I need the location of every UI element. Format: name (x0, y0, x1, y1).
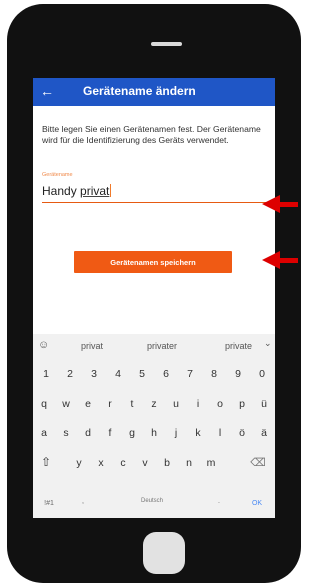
key-j[interactable]: j (166, 427, 186, 439)
backspace-icon[interactable]: ⌫ (248, 456, 268, 469)
key-9[interactable]: 9 (228, 368, 248, 380)
speaker-slot (151, 42, 182, 46)
key-ue[interactable]: ü (254, 398, 274, 410)
key-a[interactable]: a (34, 427, 54, 439)
key-5[interactable]: 5 (132, 368, 152, 380)
key-c[interactable]: c (113, 457, 133, 469)
key-s[interactable]: s (56, 427, 76, 439)
page-title: Gerätename ändern (83, 84, 196, 98)
key-o[interactable]: o (210, 398, 230, 410)
key-ae[interactable]: ä (254, 427, 274, 439)
key-r[interactable]: r (100, 398, 120, 410)
key-b[interactable]: b (157, 457, 177, 469)
key-f[interactable]: f (100, 427, 120, 439)
device-name-word-1: Handy (42, 184, 77, 198)
key-n[interactable]: n (179, 457, 199, 469)
key-1[interactable]: 1 (36, 368, 56, 380)
annotation-arrow-input (262, 195, 300, 213)
symbols-key[interactable]: !#1 (37, 500, 61, 507)
key-z[interactable]: z (144, 398, 164, 410)
save-device-name-button[interactable]: Gerätenamen speichern (74, 251, 232, 273)
emoji-icon[interactable]: ☺ (38, 339, 49, 351)
ok-key[interactable]: OK (247, 500, 267, 507)
key-x[interactable]: x (91, 457, 111, 469)
key-2[interactable]: 2 (60, 368, 80, 380)
key-3[interactable]: 3 (84, 368, 104, 380)
key-w[interactable]: w (56, 398, 76, 410)
input-underline (42, 202, 266, 203)
key-i[interactable]: i (188, 398, 208, 410)
suggestion-2[interactable]: privater (147, 341, 177, 351)
collapse-suggestions-icon[interactable]: ⌄ (264, 338, 272, 349)
text-caret (110, 184, 112, 197)
arrow-shaft (278, 258, 298, 263)
arrow-shaft (278, 202, 298, 207)
key-l[interactable]: l (210, 427, 230, 439)
key-v[interactable]: v (135, 457, 155, 469)
device-name-label: Gerätename (42, 172, 73, 178)
suggestion-3[interactable]: private (225, 341, 252, 351)
key-oe[interactable]: ö (232, 427, 252, 439)
comma-key[interactable]: , (73, 498, 93, 505)
key-d[interactable]: d (78, 427, 98, 439)
space-key[interactable]: Deutsch (119, 498, 185, 504)
key-k[interactable]: k (188, 427, 208, 439)
key-4[interactable]: 4 (108, 368, 128, 380)
key-0[interactable]: 0 (252, 368, 272, 380)
back-arrow-icon[interactable]: ← (40, 81, 54, 101)
key-m[interactable]: m (201, 457, 221, 469)
suggestion-1[interactable]: privat (81, 341, 103, 351)
key-t[interactable]: t (122, 398, 142, 410)
key-q[interactable]: q (34, 398, 54, 410)
key-7[interactable]: 7 (180, 368, 200, 380)
key-h[interactable]: h (144, 427, 164, 439)
annotation-arrow-button (262, 251, 300, 269)
key-u[interactable]: u (166, 398, 186, 410)
key-y[interactable]: y (69, 457, 89, 469)
app-bar: ← Gerätename ändern (33, 78, 275, 106)
shift-icon[interactable]: ⇧ (36, 455, 56, 469)
description-text: Bitte legen Sie einen Gerätenamen fest. … (42, 124, 261, 145)
device-name-input[interactable]: Handy privat (42, 184, 112, 198)
key-e[interactable]: e (78, 398, 98, 410)
key-6[interactable]: 6 (156, 368, 176, 380)
soft-keyboard: ☺ privat privater private ⌄ 1 2 3 4 5 6 … (33, 334, 275, 518)
home-button[interactable] (143, 532, 185, 574)
key-8[interactable]: 8 (204, 368, 224, 380)
period-key[interactable]: . (209, 498, 229, 505)
device-name-word-2: privat (80, 184, 110, 198)
key-p[interactable]: p (232, 398, 252, 410)
key-g[interactable]: g (122, 427, 142, 439)
app-screen: ← Gerätename ändern Bitte legen Sie eine… (33, 78, 275, 518)
